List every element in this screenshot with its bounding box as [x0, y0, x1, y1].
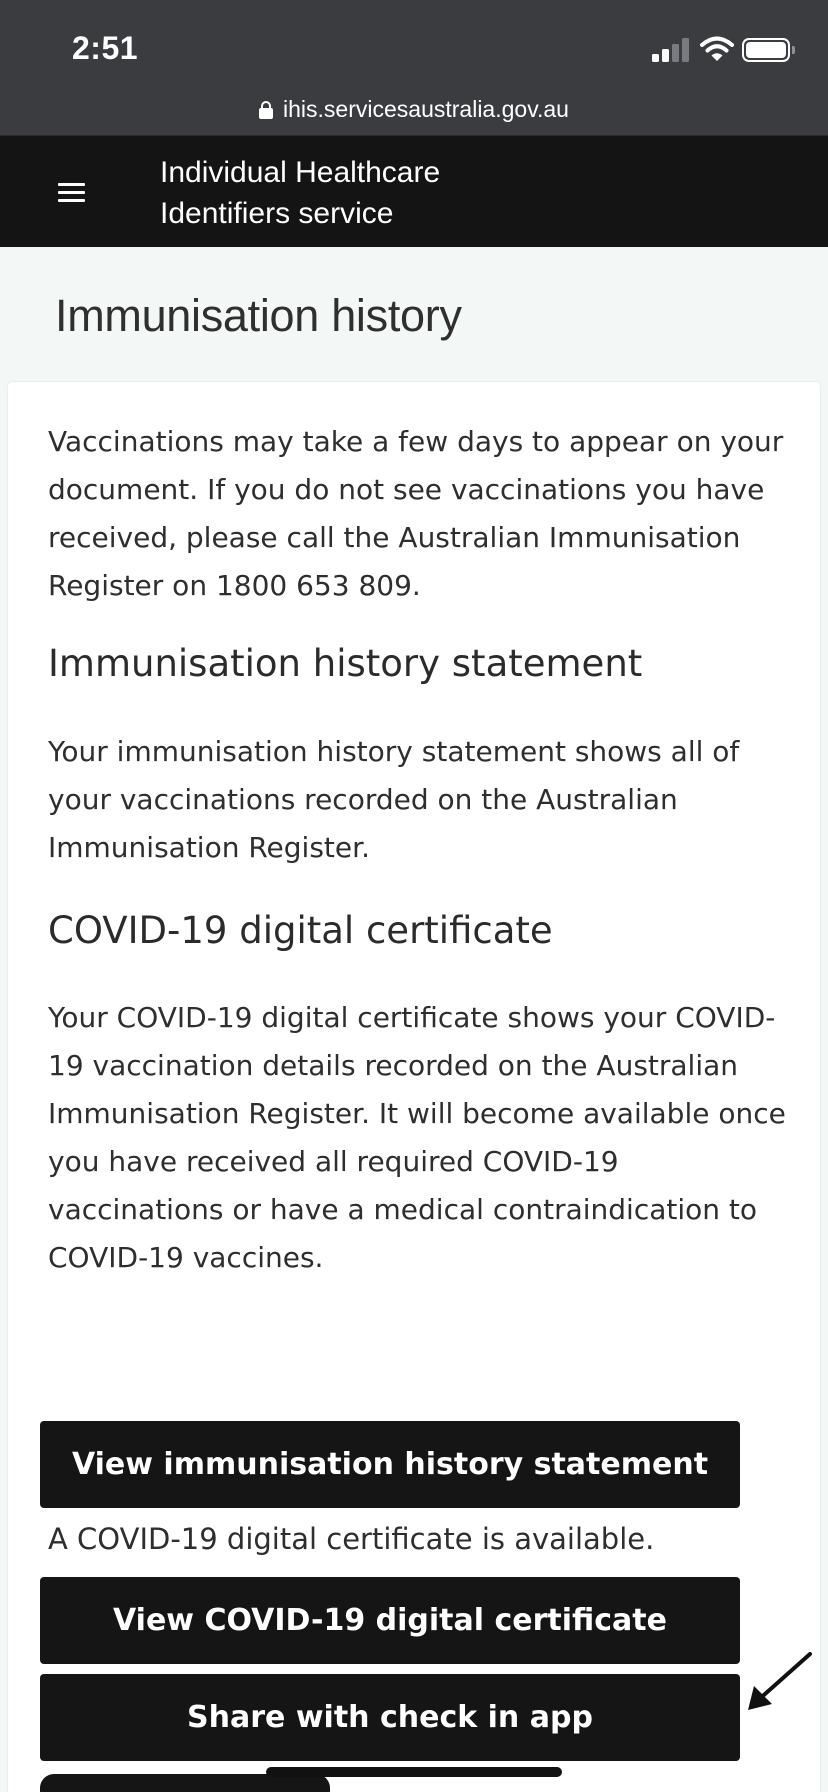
statement-description: Your immunisation history statement show…: [48, 735, 740, 864]
battery-icon: [742, 38, 795, 62]
status-bar: 2:51 ihis.servicesaustralia.gov.au: [0, 0, 828, 136]
wifi-icon: [700, 36, 734, 61]
clock-time: 2:51: [72, 30, 139, 66]
lock-icon: [259, 101, 274, 119]
site-header: Individual Healthcare Identifiers servic…: [0, 136, 828, 247]
menu-icon[interactable]: [58, 180, 85, 204]
address-bar[interactable]: ihis.servicesaustralia.gov.au: [0, 92, 828, 126]
arrow-annotation-icon: [748, 1652, 812, 1710]
signal-icon: [652, 38, 690, 62]
certificate-heading: COVID-19 digital certificate: [48, 909, 553, 952]
view-statement-button[interactable]: View immunisation history statement: [40, 1421, 740, 1508]
site-title[interactable]: Individual Healthcare Identifiers servic…: [160, 152, 440, 234]
intro-text: Vaccinations may take a few days to appe…: [48, 425, 784, 602]
certificate-description: Your COVID-19 digital certificate shows …: [48, 1001, 786, 1274]
site-title-line-2: Identifiers service: [160, 197, 394, 230]
url-text: ihis.servicesaustralia.gov.au: [283, 95, 569, 122]
share-checkin-button[interactable]: Share with check in app: [40, 1674, 740, 1761]
statement-heading: Immunisation history statement: [48, 642, 643, 685]
content-card: Vaccinations may take a few days to appe…: [8, 382, 820, 1792]
view-certificate-button[interactable]: View COVID-19 digital certificate: [40, 1577, 740, 1664]
site-title-line-1: Individual Healthcare: [160, 156, 441, 189]
home-indicator[interactable]: [266, 1767, 562, 1777]
certificate-available-text: A COVID-19 digital certificate is availa…: [48, 1522, 655, 1556]
page-title: Immunisation history: [55, 290, 462, 341]
